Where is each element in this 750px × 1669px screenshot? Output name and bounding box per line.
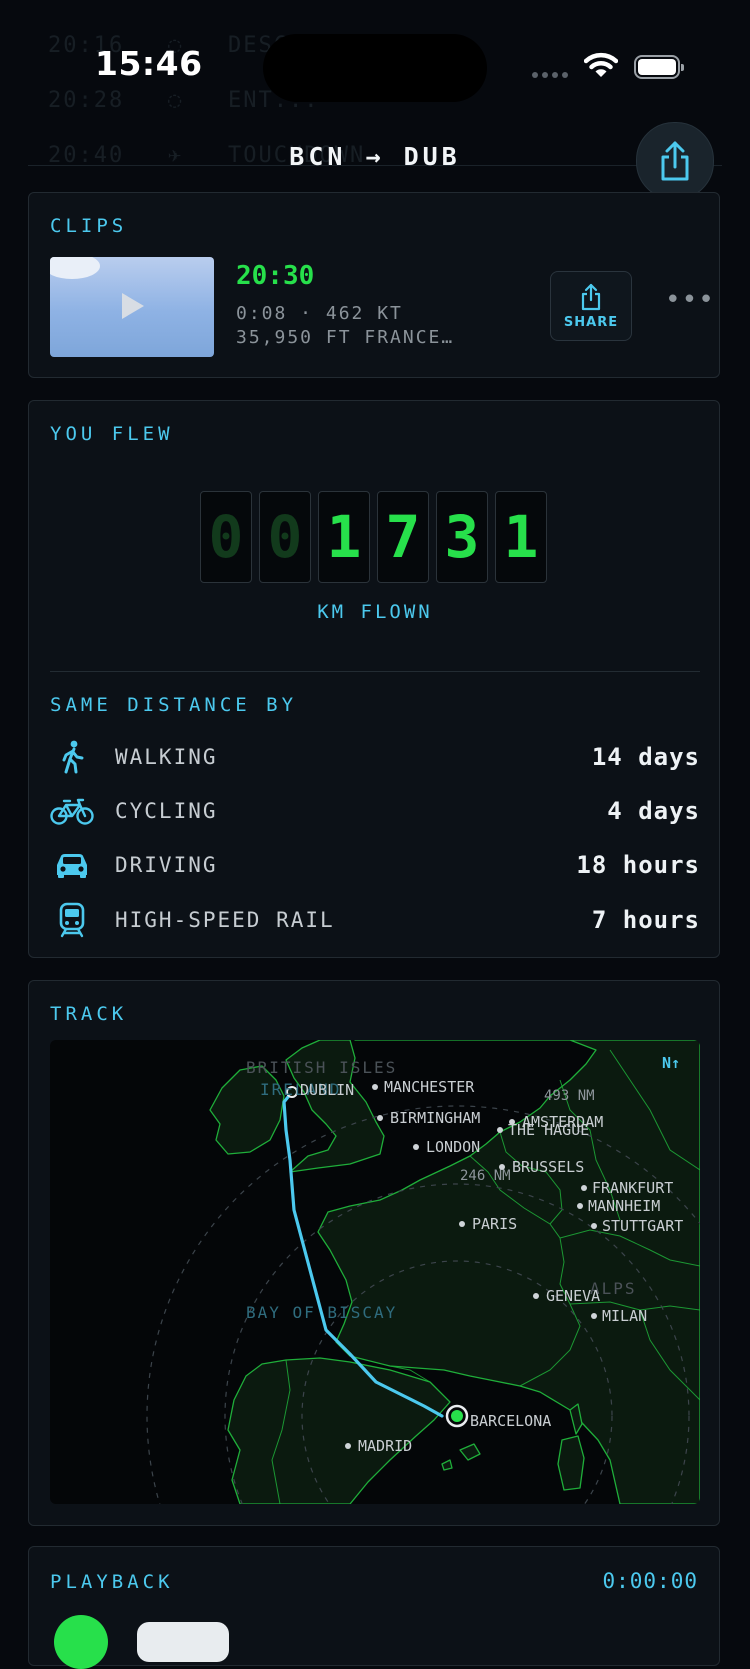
train-icon (50, 902, 94, 938)
comparison-row-walking: WALKING 14 days (50, 737, 700, 777)
odometer-digit: 0 (259, 491, 311, 583)
city-label: MILAN (602, 1307, 647, 1325)
mode-name: DRIVING (115, 853, 218, 877)
city-label: BIRMINGHAM (390, 1109, 480, 1127)
share-button[interactable] (636, 122, 714, 200)
mode-value: 18 hours (576, 851, 700, 879)
city-label: GENEVA (546, 1287, 600, 1305)
clip-meta: 0:08 · 462 KT (236, 303, 403, 324)
share-icon (661, 141, 689, 181)
play-icon (122, 293, 144, 319)
distance-card: YOU FLEW 0 0 1 7 3 1 KM FLOWN SAME DISTA… (28, 400, 720, 958)
city-label: FRANKFURT (592, 1179, 673, 1197)
mode-value: 4 days (607, 797, 700, 825)
divider (50, 671, 700, 672)
city-label: LONDON (426, 1138, 480, 1156)
distance-odometer: 0 0 1 7 3 1 (200, 491, 547, 583)
city-label: MANNHEIM (588, 1197, 660, 1215)
mode-name: CYCLING (115, 799, 218, 823)
playback-time: 0:00:00 (602, 1569, 698, 1593)
share-icon (581, 283, 601, 310)
city-label: STUTTGART (602, 1217, 683, 1235)
wifi-icon (584, 52, 618, 77)
odometer-digit: 1 (495, 491, 547, 583)
mode-name: HIGH-SPEED RAIL (115, 908, 335, 932)
approach-icon: ◌ (168, 88, 184, 113)
distance-unit-label: KM FLOWN (317, 601, 433, 623)
city-label: THE HAGUE (508, 1121, 589, 1139)
city-label: BRUSSELS (512, 1158, 584, 1176)
clip-share-button[interactable]: SHARE (550, 271, 632, 341)
clip-time: 20:30 (236, 261, 315, 291)
track-card: TRACK BRITISH ISLES IRELAND BAY OF BISCA… (28, 980, 720, 1526)
odometer-digit: 3 (436, 491, 488, 583)
play-button[interactable] (54, 1615, 108, 1669)
odometer-digit: 7 (377, 491, 429, 583)
mode-value: 7 hours (591, 906, 700, 934)
share-label: SHARE (563, 314, 619, 330)
odometer-digit: 1 (318, 491, 370, 583)
city-label: MADRID (358, 1437, 412, 1455)
walking-icon (50, 740, 94, 774)
playback-card: PLAYBACK 0:00:00 (28, 1546, 720, 1669)
mode-name: WALKING (115, 745, 218, 769)
ring-label: 493 NM (544, 1088, 595, 1104)
ring-label: 246 NM (460, 1168, 511, 1184)
city-label: MANCHESTER (384, 1078, 475, 1096)
flight-track-map[interactable]: BRITISH ISLES IRELAND BAY OF BISCAY ALPS… (50, 1040, 700, 1504)
region-label: BRITISH ISLES (246, 1058, 397, 1077)
clips-card: CLIPS 20:30 0:08 · 462 KT 35,950 FT FRAN… (28, 192, 720, 378)
speed-toggle[interactable] (137, 1622, 229, 1662)
city-label: BARCELONA (470, 1412, 551, 1430)
cellular-signal-icon (532, 72, 568, 78)
north-indicator: N↑ (662, 1054, 680, 1072)
section-label: SAME DISTANCE BY (50, 694, 298, 716)
status-time: 15:46 (95, 44, 203, 83)
comparison-row-rail: HIGH-SPEED RAIL 7 hours (50, 900, 700, 940)
section-label: YOU FLEW (50, 423, 174, 445)
clip-thumbnail[interactable] (50, 257, 214, 357)
section-label: CLIPS (50, 215, 128, 237)
section-label: TRACK (50, 1003, 128, 1025)
odometer-digit: 0 (200, 491, 252, 583)
clip-meta: 35,950 FT FRANCE… (236, 327, 455, 348)
car-icon (50, 851, 94, 879)
region-label: BAY OF BISCAY (246, 1303, 397, 1322)
city-label: DUBLIN (300, 1081, 354, 1099)
section-label: PLAYBACK (50, 1571, 174, 1593)
bicycle-icon (50, 797, 94, 825)
dynamic-island (263, 34, 487, 102)
mode-value: 14 days (591, 743, 700, 771)
city-label: PARIS (472, 1215, 517, 1233)
comparison-row-driving: DRIVING 18 hours (50, 845, 700, 885)
battery-icon (634, 55, 684, 79)
more-options-icon[interactable]: ••• (665, 285, 715, 315)
comparison-row-cycling: CYCLING 4 days (50, 791, 700, 831)
